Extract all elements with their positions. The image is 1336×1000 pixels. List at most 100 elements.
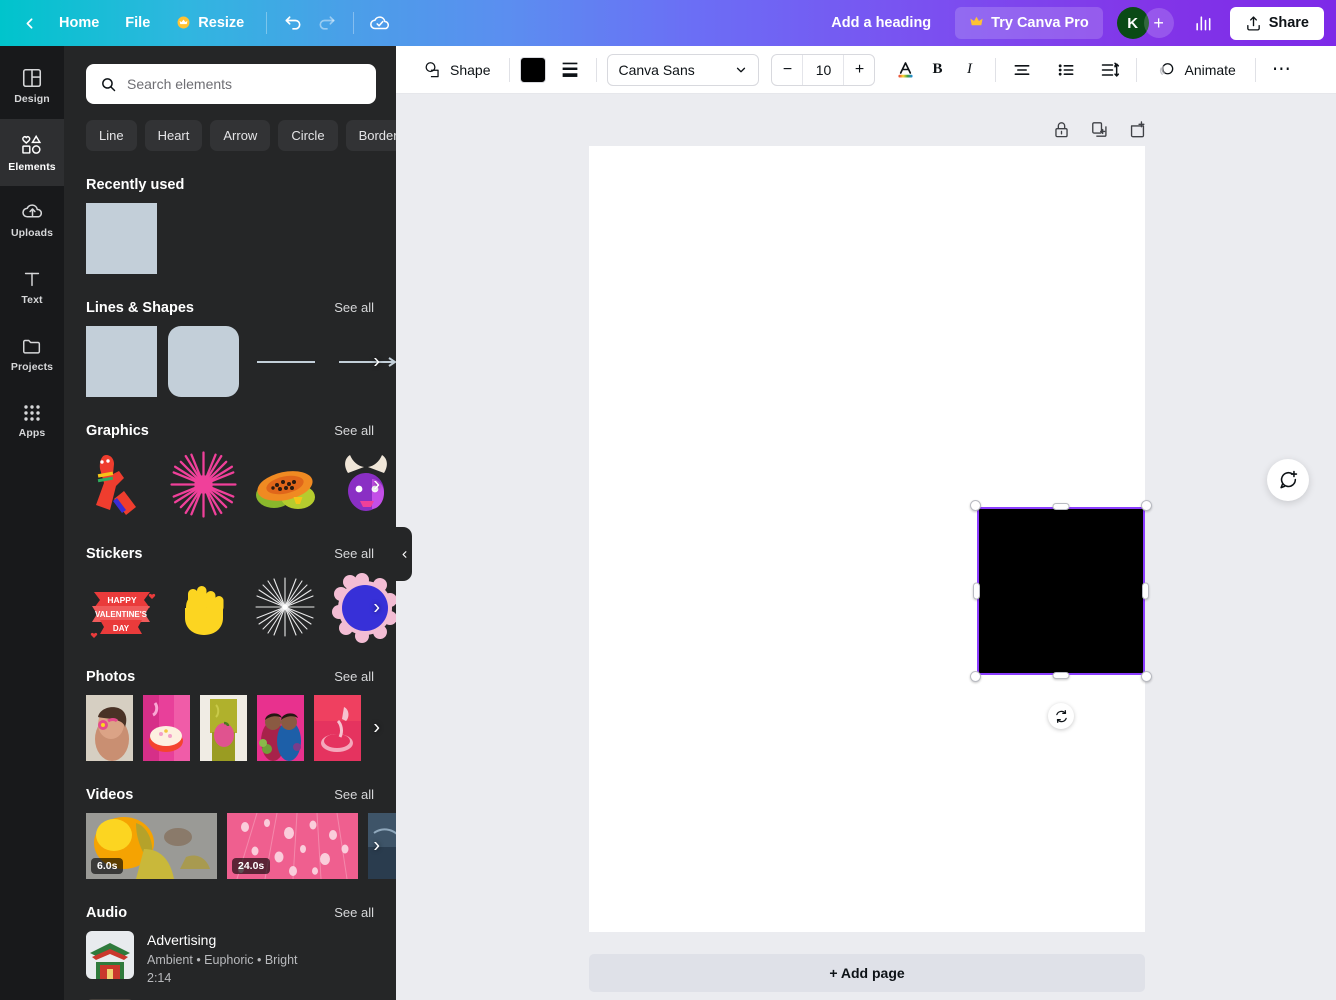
chip-border[interactable]: Border	[345, 120, 396, 151]
add-heading-label: Add a heading	[831, 15, 932, 31]
try-canva-pro-button[interactable]: Try Canva Pro	[955, 7, 1103, 39]
back-button[interactable]	[12, 6, 46, 40]
cloud-saved-button[interactable]	[363, 6, 397, 40]
add-comment-button[interactable]	[1267, 459, 1309, 501]
graphics-next-button[interactable]: ›	[373, 473, 380, 496]
share-button[interactable]: Share	[1229, 6, 1324, 40]
search-input[interactable]	[127, 76, 362, 92]
font-family-select[interactable]: Canva Sans	[607, 53, 760, 86]
shape-square[interactable]	[86, 326, 157, 397]
chip-heart[interactable]: Heart	[144, 120, 203, 151]
graphic-item[interactable]	[250, 449, 321, 520]
videos-next-button[interactable]: ›	[373, 835, 380, 858]
bullet-list-button[interactable]	[1050, 54, 1082, 86]
see-all-audio[interactable]: See all	[334, 905, 374, 920]
resize-handle-left[interactable]	[973, 582, 980, 600]
video-item[interactable]: 24.0s	[227, 813, 358, 879]
chip-arrow[interactable]: Arrow	[210, 120, 271, 151]
sticker-item[interactable]	[250, 572, 321, 643]
resize-handle-top[interactable]	[1052, 503, 1070, 510]
photo-item[interactable]	[143, 695, 190, 761]
sidebar-item-elements[interactable]: Elements	[0, 119, 64, 186]
sidebar-item-apps[interactable]: Apps	[0, 387, 64, 454]
sticker-item[interactable]	[168, 572, 239, 643]
resize-handle-top-left[interactable]	[970, 500, 981, 511]
video-item[interactable]: 6.0s	[86, 813, 217, 879]
plus-icon: +	[1153, 12, 1164, 33]
selected-shape[interactable]	[977, 507, 1145, 675]
rotate-handle[interactable]	[1048, 703, 1074, 729]
duplicate-button[interactable]	[1084, 114, 1114, 144]
chip-line[interactable]: Line	[86, 120, 137, 151]
graphic-item[interactable]	[332, 449, 396, 520]
stickers-row: HAPPY VALENTINE'S DAY ›	[86, 572, 396, 643]
file-menu-button[interactable]: File	[112, 8, 163, 38]
photos-next-button[interactable]: ›	[373, 717, 380, 740]
color-swatch-button[interactable]	[520, 56, 547, 83]
text-align-button[interactable]	[1006, 54, 1038, 86]
selected-element-wrapper[interactable]	[970, 500, 1152, 729]
shape-line[interactable]	[250, 326, 321, 397]
search-box[interactable]	[86, 64, 376, 104]
recent-shape-square[interactable]	[86, 203, 157, 274]
resize-handle-bottom[interactable]	[1052, 672, 1070, 679]
sidebar-item-projects[interactable]: Projects	[0, 320, 64, 387]
bold-button[interactable]: B	[921, 54, 953, 86]
chip-circle[interactable]: Circle	[278, 120, 338, 151]
line-spacing-button[interactable]	[1094, 54, 1126, 86]
resize-button[interactable]: Resize	[163, 8, 257, 38]
see-all-photos[interactable]: See all	[334, 669, 374, 684]
resize-handle-top-right[interactable]	[1141, 500, 1152, 511]
design-page[interactable]	[589, 146, 1152, 932]
photo-item[interactable]	[86, 695, 133, 761]
more-options-button[interactable]: ⋯	[1266, 54, 1298, 86]
photo-item[interactable]	[200, 695, 247, 761]
graphic-item[interactable]	[168, 449, 239, 520]
font-size-value[interactable]: 10	[802, 54, 845, 85]
resize-handle-right[interactable]	[1142, 582, 1149, 600]
see-all-videos[interactable]: See all	[334, 787, 374, 802]
redo-button[interactable]	[310, 6, 344, 40]
add-collaborator-button[interactable]: +	[1143, 8, 1174, 38]
sidebar-item-design[interactable]: Design	[0, 52, 64, 119]
see-all-graphics[interactable]: See all	[334, 423, 374, 438]
divider	[353, 12, 355, 34]
lock-button[interactable]	[1046, 114, 1076, 144]
undo-button[interactable]	[276, 6, 310, 40]
sidebar-item-uploads[interactable]: Uploads	[0, 186, 64, 253]
home-button[interactable]: Home	[46, 8, 112, 38]
text-color-button[interactable]	[889, 54, 921, 86]
add-page-icon	[1130, 120, 1145, 137]
audio-track-item[interactable]: Advertising Ambient • Euphoric • Bright …	[86, 931, 374, 987]
italic-button[interactable]: I	[953, 54, 985, 86]
see-all-stickers[interactable]: See all	[334, 546, 374, 561]
add-heading-button[interactable]: Add a heading	[817, 7, 945, 39]
shape-arrow[interactable]	[332, 326, 396, 397]
font-size-increase-button[interactable]: +	[844, 55, 874, 85]
lines-shapes-next-button[interactable]: ›	[373, 350, 380, 373]
sticker-item[interactable]: HAPPY VALENTINE'S DAY	[86, 572, 157, 643]
section-lines-shapes: Lines & Shapes See all ›	[64, 300, 396, 397]
graphic-item[interactable]	[86, 449, 157, 520]
see-all-lines-shapes[interactable]: See all	[334, 300, 374, 315]
add-page-icon-button[interactable]	[1122, 114, 1152, 144]
divider	[995, 57, 997, 82]
font-size-decrease-button[interactable]: −	[772, 55, 802, 85]
insights-button[interactable]	[1186, 6, 1220, 40]
resize-handle-bottom-left[interactable]	[970, 671, 981, 682]
video-item[interactable]	[368, 813, 396, 879]
panel-collapse-handle[interactable]	[396, 527, 412, 581]
sticker-item[interactable]	[332, 572, 396, 643]
stickers-next-button[interactable]: ›	[373, 596, 380, 619]
border-style-button[interactable]	[554, 54, 586, 86]
share-upload-icon	[1246, 15, 1260, 31]
shape-button[interactable]: Shape	[414, 54, 499, 85]
shape-rounded-square[interactable]	[168, 326, 239, 397]
add-page-button[interactable]: + Add page	[589, 954, 1145, 992]
resize-handle-bottom-right[interactable]	[1141, 671, 1152, 682]
audio-track-title: Advertising	[147, 932, 217, 948]
photo-item[interactable]	[257, 695, 304, 761]
animate-button[interactable]: Animate	[1147, 54, 1244, 86]
photo-item[interactable]	[314, 695, 361, 761]
sidebar-item-text[interactable]: Text	[0, 253, 64, 320]
